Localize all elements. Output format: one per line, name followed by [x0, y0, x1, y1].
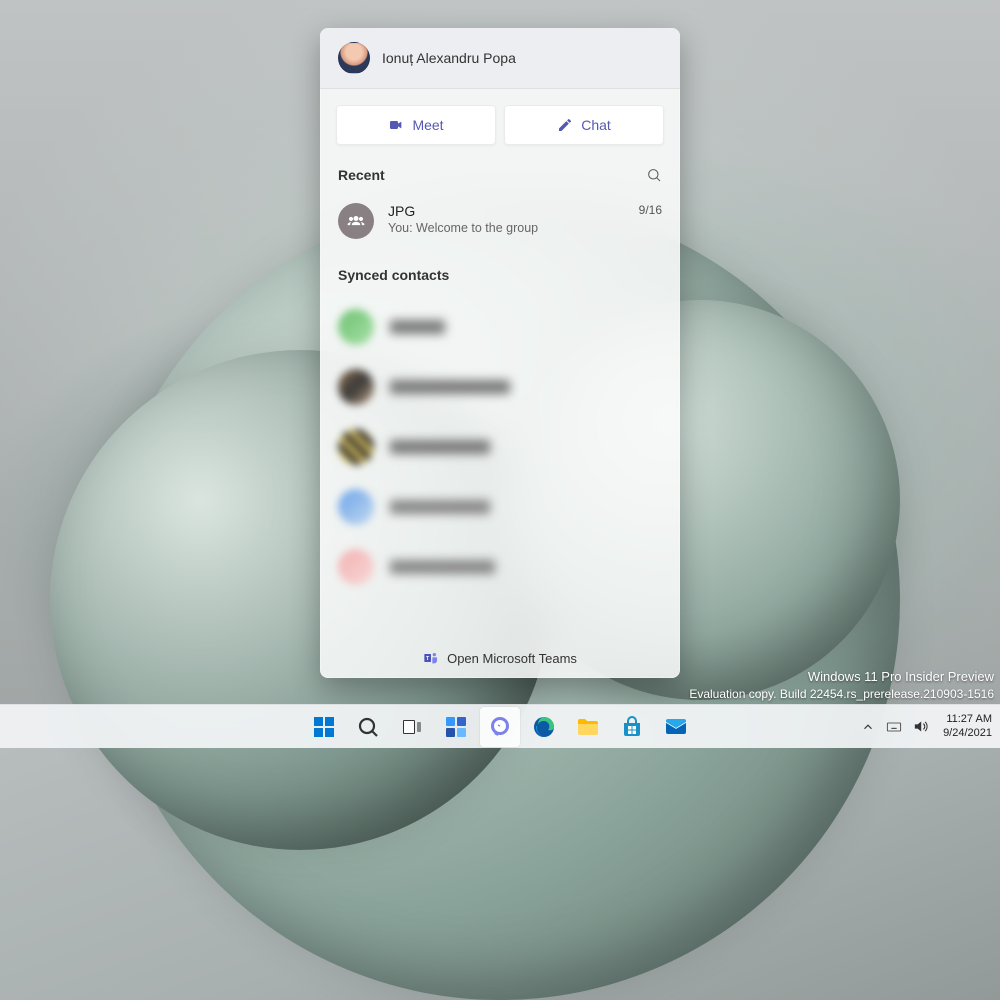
mail-button[interactable]	[656, 707, 696, 747]
chat-button[interactable]: Chat	[504, 105, 664, 145]
clock-date: 9/24/2021	[943, 727, 992, 740]
contact-item[interactable]	[338, 537, 662, 597]
tray-overflow-button[interactable]	[859, 718, 877, 736]
contact-item[interactable]	[338, 357, 662, 417]
taskbar: 11:27 AM 9/24/2021	[0, 704, 1000, 748]
teams-chat-flyout: Ionuț Alexandru Popa Meet Chat Recent JP…	[320, 28, 680, 678]
windows-icon	[312, 715, 336, 739]
clock-time: 11:27 AM	[943, 713, 992, 726]
speaker-icon	[912, 718, 929, 735]
contact-avatar	[338, 489, 374, 525]
recent-item[interactable]: JPG 9/16 You: Welcome to the group	[338, 197, 662, 261]
people-icon	[346, 211, 366, 231]
recent-title: JPG	[388, 203, 415, 219]
search-icon	[356, 715, 380, 739]
contact-name-blurred	[390, 440, 490, 454]
contacts-section: Synced contacts	[320, 261, 680, 638]
contact-avatar	[338, 549, 374, 585]
flyout-header[interactable]: Ionuț Alexandru Popa	[320, 28, 680, 89]
search-icon[interactable]	[646, 167, 662, 183]
taskbar-center	[304, 707, 696, 747]
recent-section: Recent JPG 9/16 You: Welcome to the grou…	[320, 161, 680, 261]
contacts-heading: Synced contacts	[338, 267, 449, 283]
folder-icon	[576, 715, 600, 739]
teams-chat-button[interactable]	[480, 707, 520, 747]
explorer-button[interactable]	[568, 707, 608, 747]
edge-icon	[532, 715, 556, 739]
task-view-icon	[400, 715, 424, 739]
recent-subtitle: You: Welcome to the group	[388, 221, 662, 235]
store-button[interactable]	[612, 707, 652, 747]
widgets-icon	[444, 715, 468, 739]
open-teams-button[interactable]: T Open Microsoft Teams	[320, 638, 680, 678]
recent-date: 9/16	[639, 203, 662, 219]
meet-button[interactable]: Meet	[336, 105, 496, 145]
contact-item[interactable]	[338, 297, 662, 357]
video-icon	[388, 117, 404, 133]
mail-icon	[664, 715, 688, 739]
contact-name-blurred	[390, 500, 490, 514]
contact-avatar	[338, 429, 374, 465]
start-button[interactable]	[304, 707, 344, 747]
contact-name-blurred	[390, 560, 495, 574]
user-name: Ionuț Alexandru Popa	[382, 50, 516, 66]
contact-item[interactable]	[338, 417, 662, 477]
widgets-button[interactable]	[436, 707, 476, 747]
volume-button[interactable]	[911, 718, 929, 736]
contact-name-blurred	[390, 320, 445, 334]
watermark-line2: Evaluation copy. Build 22454.rs_prerelea…	[689, 686, 994, 702]
action-row: Meet Chat	[320, 89, 680, 161]
watermark-line1: Windows 11 Pro Insider Preview	[689, 668, 994, 686]
edge-button[interactable]	[524, 707, 564, 747]
contact-name-blurred	[390, 380, 510, 394]
contact-avatar	[338, 309, 374, 345]
chevron-up-icon	[861, 720, 875, 734]
open-teams-label: Open Microsoft Teams	[447, 651, 577, 666]
keyboard-icon	[885, 719, 903, 735]
teams-icon: T	[423, 650, 439, 666]
avatar	[338, 42, 370, 74]
contact-item[interactable]	[338, 477, 662, 537]
recent-heading: Recent	[338, 167, 385, 183]
language-indicator[interactable]	[885, 718, 903, 736]
chat-label: Chat	[581, 117, 611, 133]
task-view-button[interactable]	[392, 707, 432, 747]
chat-icon	[488, 715, 512, 739]
contact-avatar	[338, 369, 374, 405]
group-avatar	[338, 203, 374, 239]
desktop-watermark: Windows 11 Pro Insider Preview Evaluatio…	[689, 668, 994, 702]
system-tray: 11:27 AM 9/24/2021	[859, 705, 992, 748]
store-icon	[620, 715, 644, 739]
clock[interactable]: 11:27 AM 9/24/2021	[943, 713, 992, 739]
compose-icon	[557, 117, 573, 133]
meet-label: Meet	[412, 117, 443, 133]
search-button[interactable]	[348, 707, 388, 747]
